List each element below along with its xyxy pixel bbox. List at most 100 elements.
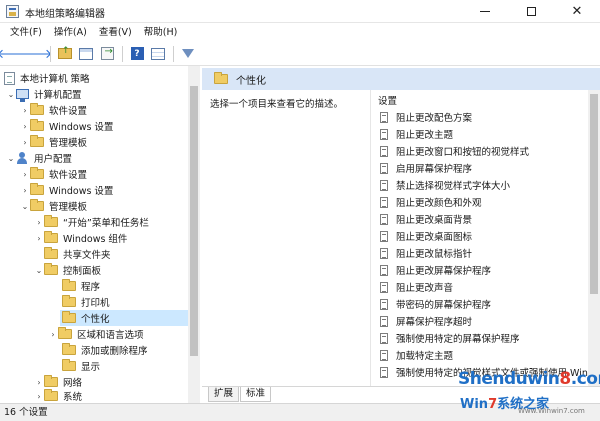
folder-icon xyxy=(214,72,228,84)
chevron-down-icon[interactable]: ⌄ xyxy=(6,154,16,163)
folder-icon xyxy=(44,231,58,243)
tree-item-control-panel[interactable]: ⌄ 控制面板 xyxy=(34,262,101,278)
setting-row[interactable]: 阻止更改屏幕保护程序 xyxy=(380,262,491,278)
details-title: 个性化 xyxy=(236,75,266,87)
setting-row[interactable]: 阻止更改配色方案 xyxy=(380,109,472,125)
setting-label: 阻止更改桌面图标 xyxy=(396,232,473,243)
folder-icon xyxy=(44,247,58,259)
folder-icon xyxy=(30,183,44,195)
setting-row[interactable]: 禁止选择视觉样式字体大小 xyxy=(380,177,510,193)
maximize-button[interactable] xyxy=(508,0,554,23)
chevron-right-icon[interactable]: › xyxy=(34,234,44,243)
setting-row[interactable]: 强制使用特定的屏幕保护程序 xyxy=(380,330,520,346)
tree-vertical-scrollbar[interactable] xyxy=(188,66,200,403)
tree-item-label: “开始”菜单和任务栏 xyxy=(63,218,149,229)
chevron-right-icon[interactable]: › xyxy=(34,392,44,401)
setting-label: 禁止选择视觉样式字体大小 xyxy=(396,181,511,192)
computer-icon xyxy=(16,89,29,102)
menu-file[interactable]: 文件(F) xyxy=(4,23,48,42)
setting-row[interactable]: 阻止更改鼠标指针 xyxy=(380,245,472,261)
tree-item-personalization[interactable]: 个性化 xyxy=(60,310,188,326)
chevron-right-icon[interactable]: › xyxy=(48,330,58,339)
tree-item-add-remove-programs[interactable]: 添加或删除程序 xyxy=(62,342,148,358)
tree-item-label: 用户配置 xyxy=(34,154,73,165)
tree-item-system[interactable]: › 系统 xyxy=(34,388,82,403)
tree-item-computer-config[interactable]: ⌄ 计算机配置 xyxy=(6,86,82,102)
setting-row[interactable]: 阻止更改主题 xyxy=(380,126,453,142)
forward-button[interactable]: 🡒 xyxy=(18,44,53,64)
show-hide-tree-button[interactable] xyxy=(76,44,96,64)
chevron-right-icon[interactable]: › xyxy=(20,138,30,147)
help-button[interactable]: ? xyxy=(127,44,147,64)
folder-icon xyxy=(62,343,76,355)
tree-item-admin-templates[interactable]: › 管理模板 xyxy=(20,134,87,150)
tree-item-printers[interactable]: 打印机 xyxy=(62,294,110,310)
tab-standard[interactable]: 标准 xyxy=(240,387,272,402)
tree-item-root[interactable]: 本地计算机 策略 xyxy=(4,70,90,86)
tree-item-label: 系统 xyxy=(63,392,83,403)
properties-icon xyxy=(151,47,165,60)
tree-item-user-config[interactable]: ⌄ 用户配置 xyxy=(6,150,72,166)
menu-view[interactable]: 查看(V) xyxy=(93,23,138,42)
setting-row[interactable]: 屏幕保护程序超时 xyxy=(380,313,472,329)
policy-setting-icon xyxy=(380,213,388,225)
up-folder-button[interactable] xyxy=(55,44,75,64)
tree-item-label: Windows 设置 xyxy=(49,122,114,133)
tree-item-display[interactable]: 显示 xyxy=(62,358,100,374)
tree-item-user-windows-settings[interactable]: › Windows 设置 xyxy=(20,182,113,198)
filter-button[interactable] xyxy=(178,44,198,64)
tree-item-programs[interactable]: 程序 xyxy=(62,278,100,294)
settings-column-header[interactable]: 设置 xyxy=(378,93,397,107)
setting-label: 加载特定主题 xyxy=(396,351,454,362)
chevron-right-icon[interactable]: › xyxy=(20,170,30,179)
setting-row[interactable]: 阻止更改颜色和外观 xyxy=(380,194,482,210)
chevron-down-icon[interactable]: ⌄ xyxy=(34,266,44,275)
minimize-button[interactable] xyxy=(462,0,508,23)
properties-button[interactable] xyxy=(148,44,168,64)
chevron-right-icon[interactable]: › xyxy=(34,218,44,227)
setting-row[interactable]: 阻止更改声音 xyxy=(380,279,453,295)
watermark-sub-b: 7 xyxy=(488,397,498,412)
policy-setting-icon xyxy=(380,196,388,208)
setting-row[interactable]: 带密码的屏幕保护程序 xyxy=(380,296,491,312)
setting-row[interactable]: 阻止更改窗口和按钮的视觉样式 xyxy=(380,143,529,159)
menu-action[interactable]: 操作(A) xyxy=(48,23,93,42)
setting-row[interactable]: 启用屏幕保护程序 xyxy=(380,160,472,176)
setting-row[interactable]: 阻止更改桌面背景 xyxy=(380,211,472,227)
gpedit-app-icon xyxy=(6,5,19,18)
tree-item-shared-folders[interactable]: 共享文件夹 xyxy=(44,246,111,262)
tree-item-user-software-settings[interactable]: › 软件设置 xyxy=(20,166,87,182)
watermark-part1: Shenduwin xyxy=(458,369,560,389)
tree-item-region-language[interactable]: › 区域和语言选项 xyxy=(48,326,144,342)
toolbar-separator xyxy=(173,45,174,62)
export-list-button[interactable] xyxy=(97,44,117,64)
tree-item-windows-settings[interactable]: › Windows 设置 xyxy=(20,118,113,134)
chevron-right-icon[interactable]: › xyxy=(20,106,30,115)
chevron-down-icon[interactable]: ⌄ xyxy=(20,202,30,211)
chevron-right-icon[interactable]: › xyxy=(20,122,30,131)
tree-item-user-admin-templates[interactable]: ⌄ 管理模板 xyxy=(20,198,87,214)
folder-icon xyxy=(44,215,58,227)
tree-item-windows-components[interactable]: › Windows 组件 xyxy=(34,230,127,246)
setting-row[interactable]: 阻止更改桌面图标 xyxy=(380,228,472,244)
chevron-right-icon[interactable]: › xyxy=(20,186,30,195)
chevron-down-icon[interactable]: ⌄ xyxy=(6,90,16,99)
tree-item-software-settings[interactable]: › 软件设置 xyxy=(20,102,87,118)
settings-vertical-scrollbar[interactable] xyxy=(588,90,600,387)
tree-item-label: 程序 xyxy=(81,282,101,293)
menu-help[interactable]: 帮助(H) xyxy=(138,23,184,42)
chevron-right-icon[interactable]: › xyxy=(34,378,44,387)
policy-setting-icon xyxy=(380,349,388,361)
setting-row[interactable]: 加载特定主题 xyxy=(380,347,453,363)
policy-setting-icon xyxy=(380,179,388,191)
tree-item-start-menu-taskbar[interactable]: › “开始”菜单和任务栏 xyxy=(34,214,149,230)
close-icon: ✕ xyxy=(571,4,583,19)
tree-item-label: 软件设置 xyxy=(49,170,88,181)
scrollbar-thumb[interactable] xyxy=(190,86,198,356)
close-button[interactable]: ✕ xyxy=(554,0,600,23)
policy-document-icon xyxy=(4,71,15,85)
scrollbar-thumb[interactable] xyxy=(590,94,598,294)
user-icon xyxy=(16,152,29,164)
policy-setting-icon xyxy=(380,247,388,259)
tab-extended[interactable]: 扩展 xyxy=(208,387,240,402)
